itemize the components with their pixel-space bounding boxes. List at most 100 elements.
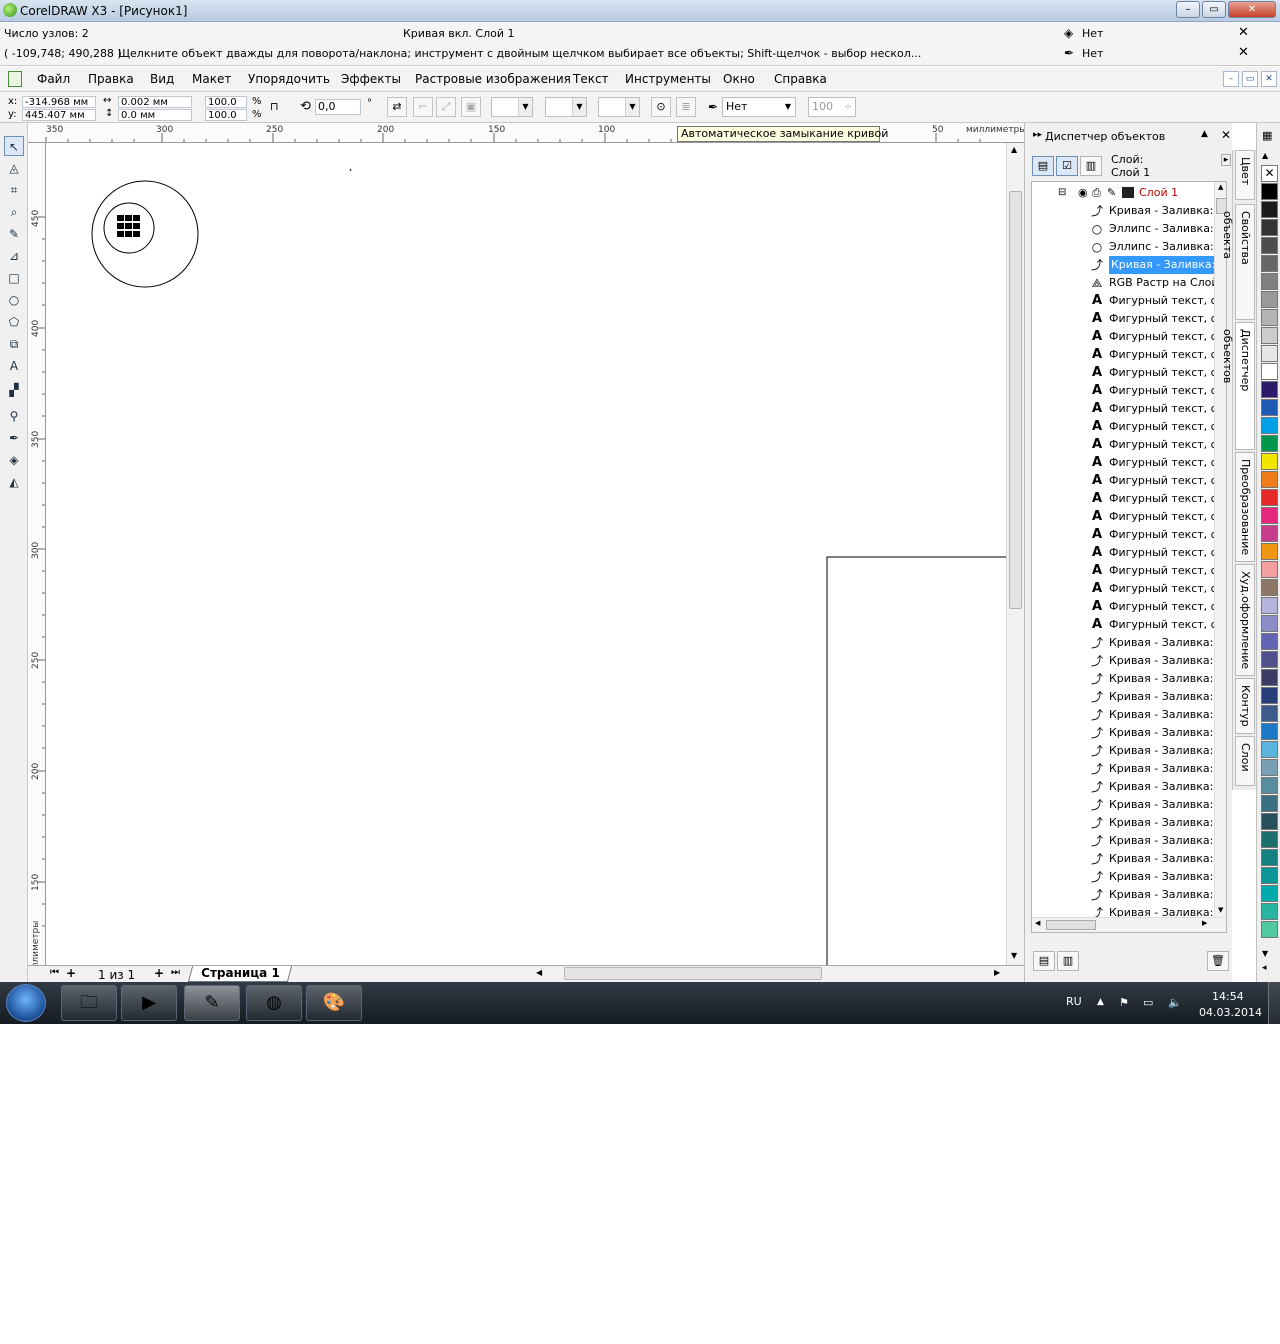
- eyedropper-tool-icon[interactable]: ⚲: [4, 406, 24, 426]
- color-swatch[interactable]: [1261, 813, 1278, 830]
- tab-object-manager[interactable]: Диспетчер объектов: [1221, 322, 1255, 450]
- docker-collapse-icon[interactable]: ▸▸: [1033, 130, 1042, 140]
- y-position-field[interactable]: 445.407 мм: [22, 109, 96, 121]
- color-swatch[interactable]: [1261, 633, 1278, 650]
- palette-scroll-down-icon[interactable]: ▼: [1262, 949, 1268, 958]
- color-swatch[interactable]: [1261, 597, 1278, 614]
- end-arrow-select[interactable]: ▼: [598, 97, 640, 117]
- paint-taskbar-icon[interactable]: 🎨: [306, 985, 362, 1021]
- tray-expand-icon[interactable]: ▲: [1097, 997, 1104, 1007]
- layer-manager-view-icon[interactable]: ▥: [1080, 156, 1102, 176]
- menu-tools[interactable]: Инструменты: [625, 72, 711, 86]
- outline-width-select[interactable]: Нет ▼: [722, 97, 796, 117]
- menu-text[interactable]: Текст: [573, 72, 609, 86]
- network-icon[interactable]: ▭: [1143, 996, 1153, 1009]
- color-swatch[interactable]: [1261, 687, 1278, 704]
- color-swatch[interactable]: [1261, 669, 1278, 686]
- palette-scroll-up-icon[interactable]: ▲: [1262, 151, 1268, 160]
- minimize-button[interactable]: –: [1176, 1, 1200, 18]
- tree-object-row[interactable]: A Фигурный текст, сл: [1032, 454, 1224, 472]
- scale-x-field[interactable]: 100.0: [205, 96, 247, 108]
- color-swatch[interactable]: [1261, 885, 1278, 902]
- tab-color[interactable]: Цвет: [1235, 150, 1255, 200]
- tree-object-row[interactable]: ○ Эллипс - Заливка:: [1032, 220, 1214, 238]
- freehand-tool-icon[interactable]: ✎: [4, 224, 24, 244]
- pencil-icon[interactable]: ✎: [1107, 184, 1116, 202]
- tab-transform[interactable]: Преобразование: [1235, 452, 1255, 562]
- eye-icon[interactable]: ◉: [1078, 184, 1088, 202]
- tree-object-row[interactable]: ⤴ Кривая - Заливка:: [1032, 742, 1213, 760]
- color-swatch[interactable]: [1261, 201, 1278, 218]
- docker-close-icon[interactable]: ✕: [1221, 128, 1231, 142]
- clock-time[interactable]: 14:54: [1212, 990, 1244, 1003]
- no-color-swatch[interactable]: ✕: [1261, 165, 1278, 182]
- tree-object-row[interactable]: ⤴ Кривая - Заливка:: [1032, 670, 1213, 688]
- docker-menu-icon[interactable]: ▸: [1221, 154, 1231, 166]
- maximize-button[interactable]: ▭: [1202, 1, 1226, 18]
- color-swatch[interactable]: [1261, 795, 1278, 812]
- color-swatch[interactable]: [1261, 831, 1278, 848]
- tree-object-row[interactable]: ○ Эллипс - Заливка:: [1032, 238, 1214, 256]
- close-button[interactable]: ✕: [1228, 1, 1276, 18]
- height-field[interactable]: 0.0 мм: [118, 109, 192, 121]
- tree-object-row[interactable]: A Фигурный текст, сл: [1032, 598, 1224, 616]
- convert-button[interactable]: ▣: [461, 97, 481, 117]
- mirror-button[interactable]: ⇄: [387, 97, 407, 117]
- tree-hscroll-thumb[interactable]: [1046, 920, 1096, 930]
- color-swatch[interactable]: [1261, 759, 1278, 776]
- palette-options-icon[interactable]: ▦: [1262, 129, 1272, 142]
- wrap-text-button[interactable]: ≣: [676, 97, 696, 117]
- last-page-icon[interactable]: ⏭: [171, 967, 180, 978]
- object-tree[interactable]: ⊟ ◉ ⎙ ✎ Слой 1 ⤴ Кривая - Заливка: ○ Эллипс…: [1031, 181, 1227, 933]
- menu-edit[interactable]: Правка: [88, 72, 134, 86]
- tree-object-row[interactable]: A Фигурный текст, сл: [1032, 436, 1224, 454]
- tree-object-row[interactable]: ⤴ Кривая - Заливка:: [1032, 760, 1213, 778]
- tree-object-row[interactable]: A Фигурный текст, сл: [1032, 490, 1224, 508]
- color-swatch[interactable]: [1261, 579, 1278, 596]
- tree-scroll-up-icon[interactable]: ▲: [1218, 183, 1223, 191]
- shape-tool-icon[interactable]: ◬: [4, 158, 24, 178]
- smart-fill-tool-icon[interactable]: ⊿: [4, 246, 24, 266]
- document-icon[interactable]: [8, 71, 22, 87]
- tree-object-row[interactable]: ⤴ Кривая - Заливка:: [1032, 850, 1213, 868]
- tree-vscroll[interactable]: ▲ ▼: [1214, 182, 1226, 917]
- fill-none-swatch[interactable]: ✕: [1238, 25, 1249, 40]
- tree-object-row[interactable]: ⤴ Кривая - Заливка:: [1032, 634, 1213, 652]
- text-tool-icon[interactable]: A: [4, 356, 24, 376]
- start-button[interactable]: [6, 984, 46, 1022]
- color-swatch[interactable]: [1261, 183, 1278, 200]
- tree-object-row[interactable]: A Фигурный текст, сл: [1032, 580, 1224, 598]
- tree-object-row[interactable]: ⤴ Кривая - Заливка:: [1032, 778, 1213, 796]
- color-swatch[interactable]: [1261, 849, 1278, 866]
- tree-object-row[interactable]: A Фигурный текст, сл: [1032, 508, 1224, 526]
- line-style-select[interactable]: ▼: [545, 97, 587, 117]
- edit-across-layers-icon[interactable]: ☑: [1056, 156, 1078, 176]
- new-layer-icon[interactable]: ▤: [1033, 951, 1055, 971]
- menu-file[interactable]: Файл: [37, 72, 70, 86]
- tree-scroll-right-icon[interactable]: ▶: [1202, 919, 1207, 927]
- color-swatch[interactable]: [1261, 723, 1278, 740]
- language-indicator[interactable]: RU: [1066, 995, 1082, 1008]
- color-swatch[interactable]: [1261, 291, 1278, 308]
- tree-scroll-down-icon[interactable]: ▼: [1218, 906, 1223, 914]
- page-tab[interactable]: Страница 1: [187, 966, 293, 982]
- color-swatch[interactable]: [1261, 489, 1278, 506]
- color-swatch[interactable]: [1261, 345, 1278, 362]
- tree-object-row[interactable]: A Фигурный текст, сл: [1032, 310, 1224, 328]
- color-swatch[interactable]: [1261, 363, 1278, 380]
- color-swatch[interactable]: [1261, 615, 1278, 632]
- color-swatch[interactable]: [1261, 381, 1278, 398]
- tree-object-row[interactable]: A Фигурный текст, сл: [1032, 526, 1224, 544]
- browser-taskbar-icon[interactable]: ◍: [246, 985, 302, 1021]
- media-player-taskbar-icon[interactable]: ▶: [121, 985, 177, 1021]
- vscroll-thumb[interactable]: [1009, 191, 1022, 609]
- show-properties-icon[interactable]: ▤: [1032, 156, 1054, 176]
- tree-object-row[interactable]: A Фигурный текст, сл: [1032, 472, 1224, 490]
- scroll-down-icon[interactable]: ▼: [1011, 951, 1017, 960]
- menu-help[interactable]: Справка: [774, 72, 827, 86]
- scroll-up-icon[interactable]: ▲: [1011, 145, 1017, 154]
- tree-object-row[interactable]: ⟁ RGB Растр на Слой: [1032, 274, 1219, 292]
- tree-object-row[interactable]: A Фигурный текст, сл: [1032, 328, 1224, 346]
- rotation-angle-field[interactable]: 0,0: [315, 99, 361, 115]
- tree-object-row[interactable]: A Фигурный текст, сл: [1032, 346, 1224, 364]
